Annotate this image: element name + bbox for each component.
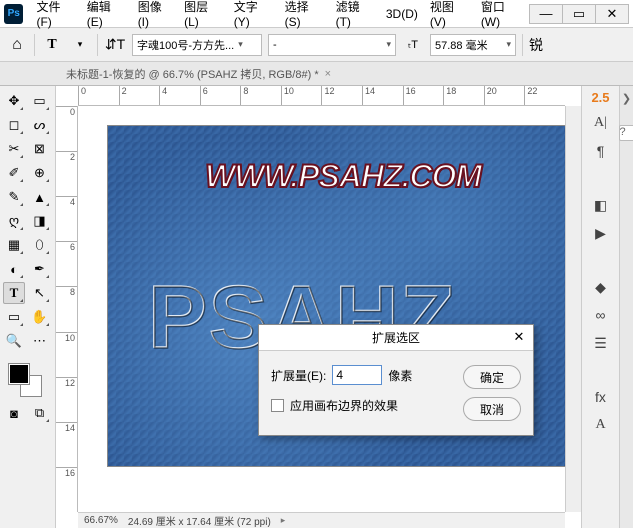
quickmask-toggle[interactable]: ◙ [3,402,25,424]
healing-tool[interactable]: ⊕ [29,162,51,184]
history-brush-tool[interactable]: ღ [3,210,25,232]
menu-3d[interactable]: 3D(D) [381,5,423,23]
document-tab-bar: 未标题-1-恢复的 @ 66.7% (PSAHZ 拷贝, RGB/8#) * × [0,62,633,86]
canvas-area: 0246810121416182022 0246810121416 WWW.PS… [56,86,581,528]
font-style-select[interactable]: - ▾ [268,34,396,56]
text-panel-icon[interactable]: A [588,415,614,435]
stamp-tool[interactable]: ▲ [29,186,51,208]
ruler-horizontal: 0246810121416182022 [78,86,565,106]
font-style-value: - [273,39,277,51]
marquee-tool[interactable]: ◻ [3,114,25,136]
help-icon[interactable]: ? [619,125,633,141]
libraries-panel-icon[interactable]: ☰ [588,333,614,353]
ruler-vertical: 0246810121416 [56,106,78,512]
maximize-button[interactable]: ▭ [562,4,596,24]
apply-canvas-bounds-checkbox[interactable] [271,399,284,412]
brush-size-value[interactable]: 2.5 [591,90,609,105]
artboard-tool[interactable]: ▭ [29,90,51,112]
expand-panels-icon[interactable]: ❯ [622,92,631,105]
shape-tool[interactable]: ▭ [3,306,25,328]
unit-label: 像素 [388,367,412,384]
options-bar: ⌂ T ▾ ⇵T 字魂100号-方方先... ▾ - ▾ ₜT 57.88 毫米… [0,28,633,62]
menu-select[interactable]: 选择(S) [280,0,329,31]
cancel-button[interactable]: 取消 [463,397,521,421]
menu-layer[interactable]: 图层(L) [179,0,227,31]
move-tool[interactable]: ✥ [3,90,25,112]
history-panel-icon[interactable]: ◧ [588,195,614,215]
scrollbar-vertical[interactable] [565,106,581,512]
antialias-label: 锐 [529,34,543,56]
right-panel-rail: 2.5 A| ¶ ◧ ▶ ◆ ∞ ☰ fx A [581,86,619,528]
zoom-level[interactable]: 66.67% [84,515,118,526]
edit-toolbar[interactable]: ⋯ [29,330,51,352]
font-size-select[interactable]: 57.88 毫米 ▾ [430,34,516,56]
toolbox: ✥ ▭ ◻ ᔕ ✂ ⊠ ✐ ⊕ ✎ ▲ ღ ◨ ▦ ⬯ ◐ ✒ T ↖ ▭ ✋ … [0,86,56,528]
glyphs-panel-icon[interactable]: fx [588,387,614,407]
chevron-down-icon: ▾ [238,39,243,50]
swatch-panel-icon[interactable]: ◆ [588,277,614,297]
font-size-icon: ₜT [402,34,424,56]
hand-tool[interactable]: ✋ [29,306,51,328]
dialog-title: 扩展选区 [372,329,420,346]
gradient-tool[interactable]: ▦ [3,234,25,256]
status-chevron-icon[interactable]: ▸ [281,515,286,526]
expand-by-label: 扩展量(E): [271,367,326,384]
font-family-value: 字魂100号-方方先... [137,37,234,53]
document-tab-title: 未标题-1-恢复的 @ 66.7% (PSAHZ 拷贝, RGB/8#) * [66,66,319,82]
watermark-text: WWW.PSAHZ.COM [108,158,565,195]
far-right-rail: ❯ ? [619,86,633,528]
menu-window[interactable]: 窗口(W) [476,0,528,31]
menu-type[interactable]: 文字(Y) [229,0,278,31]
font-family-select[interactable]: 字魂100号-方方先... ▾ [132,34,262,56]
frame-tool[interactable]: ⊠ [29,138,51,160]
chevron-down-icon: ▾ [506,39,511,50]
chevron-down-icon: ▾ [386,39,391,50]
menu-view[interactable]: 视图(V) [425,0,474,31]
dialog-titlebar[interactable]: 扩展选区 ✕ [259,325,533,351]
dialog-close-button[interactable]: ✕ [509,328,529,346]
pen-tool[interactable]: ✒ [29,258,51,280]
app-logo: Ps [4,4,23,24]
window-controls: — ▭ ✕ [530,4,629,24]
crop-tool[interactable]: ✂ [3,138,25,160]
path-select-tool[interactable]: ↖ [29,282,51,304]
menu-bar: Ps 文件(F) 编辑(E) 图像(I) 图层(L) 文字(Y) 选择(S) 滤… [0,0,633,28]
blur-tool[interactable]: ⬯ [29,234,51,256]
font-size-value: 57.88 毫米 [435,37,488,53]
doc-dimensions: 24.69 厘米 x 17.64 厘米 (72 ppi) [128,513,271,528]
expand-by-input[interactable] [332,365,382,385]
close-button[interactable]: ✕ [595,4,629,24]
text-orientation-icon[interactable]: ⇵T [104,34,126,56]
document-tab[interactable]: 未标题-1-恢复的 @ 66.7% (PSAHZ 拷贝, RGB/8#) * × [60,62,337,86]
menu-edit[interactable]: 编辑(E) [82,0,131,31]
lasso-tool[interactable]: ᔕ [29,114,51,136]
character-panel-icon[interactable]: A| [588,113,614,133]
apply-canvas-bounds-label: 应用画布边界的效果 [290,397,398,414]
actions-panel-icon[interactable]: ▶ [588,223,614,243]
screenmode-toggle[interactable]: ⧉ [29,402,51,424]
viewport[interactable]: WWW.PSAHZ.COM PSAHZ [78,106,565,512]
zoom-tool[interactable]: 🔍 [3,330,25,352]
menu-image[interactable]: 图像(I) [133,0,177,31]
tool-preset-icon[interactable]: T [41,34,63,56]
brush-tool[interactable]: ✎ [3,186,25,208]
workspace: ✥ ▭ ◻ ᔕ ✂ ⊠ ✐ ⊕ ✎ ▲ ღ ◨ ▦ ⬯ ◐ ✒ T ↖ ▭ ✋ … [0,86,633,528]
close-tab-icon[interactable]: × [325,68,331,80]
menu-filter[interactable]: 滤镜(T) [331,0,379,31]
eyedropper-tool[interactable]: ✐ [3,162,25,184]
status-bar: 66.67% 24.69 厘米 x 17.64 厘米 (72 ppi) ▸ [78,512,565,528]
menu-file[interactable]: 文件(F) [31,0,79,31]
eraser-tool[interactable]: ◨ [29,210,51,232]
dodge-tool[interactable]: ◐ [3,258,25,280]
tool-preset-dd[interactable]: ▾ [69,34,91,56]
expand-selection-dialog: 扩展选区 ✕ 扩展量(E): 像素 应用画布边界的效果 确定 取消 [258,324,534,436]
minimize-button[interactable]: — [529,4,563,24]
share-panel-icon[interactable]: ∞ [588,305,614,325]
color-swatches[interactable] [3,360,52,400]
home-icon[interactable]: ⌂ [6,34,28,56]
foreground-color-swatch[interactable] [9,364,29,384]
paragraph-panel-icon[interactable]: ¶ [588,141,614,161]
ok-button[interactable]: 确定 [463,365,521,389]
type-tool[interactable]: T [3,282,25,304]
